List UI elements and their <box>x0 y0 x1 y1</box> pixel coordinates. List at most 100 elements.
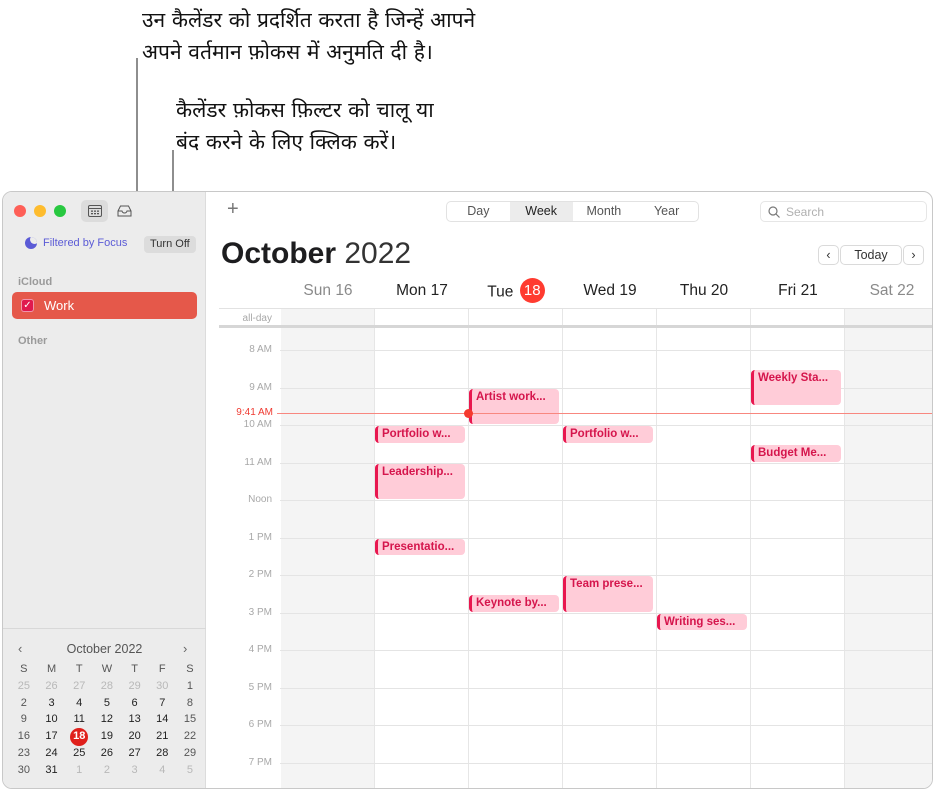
mini-calendar-day[interactable]: 22 <box>176 728 204 745</box>
day-header-tue[interactable]: Tue 18 <box>469 278 563 303</box>
calendar-event[interactable]: Writing ses... <box>657 613 747 631</box>
calendar-event[interactable]: Portfolio w... <box>563 426 653 443</box>
mini-calendar-weekday: T <box>131 663 138 675</box>
day-header-thu[interactable]: Thu 20 <box>657 282 751 300</box>
mini-calendar-day[interactable]: 19 <box>93 728 121 745</box>
mini-calendar-day[interactable]: 21 <box>148 728 176 745</box>
add-event-button[interactable]: + <box>227 198 239 221</box>
calendar-event[interactable]: Portfolio w... <box>375 426 465 443</box>
mini-calendar-day[interactable]: 1 <box>65 762 93 779</box>
mini-calendar-day[interactable]: 28 <box>148 745 176 762</box>
mini-calendar-day[interactable]: 16 <box>10 728 38 745</box>
day-column-thu[interactable] <box>657 308 750 788</box>
close-window-button[interactable] <box>14 205 26 217</box>
mini-calendar-day[interactable]: 6 <box>121 695 149 712</box>
day-name: Thu <box>679 282 711 299</box>
day-header-sun[interactable]: Sun 16 <box>281 282 375 300</box>
hour-label: 1 PM <box>248 531 272 543</box>
next-week-button[interactable]: › <box>903 245 924 265</box>
hour-label: 8 AM <box>249 344 272 355</box>
view-tab-week[interactable]: Week <box>509 202 573 221</box>
mini-calendar-day[interactable]: 31 <box>38 762 66 779</box>
day-header-mon[interactable]: Mon 17 <box>375 282 469 300</box>
day-column-wed[interactable] <box>563 308 656 788</box>
calendar-event[interactable]: Budget Me... <box>751 444 841 462</box>
day-header-sat[interactable]: Sat 22 <box>845 282 932 300</box>
mini-calendar-day[interactable]: 13 <box>121 711 149 728</box>
zoom-window-button[interactable] <box>54 205 66 217</box>
mini-calendar-day[interactable]: 27 <box>121 745 149 762</box>
calendar-event[interactable]: Keynote by... <box>469 594 559 612</box>
calendar-event[interactable]: Artist work... <box>469 388 559 424</box>
day-column-sat[interactable] <box>845 308 932 788</box>
view-tab-year[interactable]: Year <box>635 202 698 221</box>
mini-calendar-next-button[interactable]: › <box>183 641 187 656</box>
column-divider <box>468 308 469 788</box>
hour-label: 3 PM <box>248 606 272 618</box>
day-column-tue[interactable] <box>469 308 562 788</box>
search-placeholder: Search <box>786 204 825 219</box>
mini-calendar-day[interactable]: 26 <box>38 678 66 695</box>
mini-calendar-day[interactable]: 3 <box>121 762 149 779</box>
mini-calendar-today[interactable]: 18 <box>65 727 93 746</box>
day-name: Wed <box>583 282 620 299</box>
calendar-event[interactable]: Leadership... <box>375 463 465 499</box>
mini-calendar-day[interactable]: 10 <box>38 711 66 728</box>
mini-calendar-day[interactable]: 24 <box>38 745 66 762</box>
day-column-sun[interactable] <box>281 308 374 788</box>
mini-calendar-day[interactable]: 23 <box>10 745 38 762</box>
mini-calendar-day[interactable]: 15 <box>176 711 204 728</box>
calendar-list-toggle-button[interactable] <box>81 200 108 222</box>
mini-calendar-day[interactable]: 29 <box>121 678 149 695</box>
week-grid: all-day 8 AM 9 AM 10 AM 11 AM Noon 1 PM 2 PM 3 P… <box>207 308 932 788</box>
mini-calendar-day[interactable]: 8 <box>176 695 204 712</box>
calendar-event[interactable]: Team prese... <box>563 576 653 612</box>
mini-calendar-day[interactable]: 29 <box>176 745 204 762</box>
all-day-row[interactable] <box>219 308 932 328</box>
view-tab-month[interactable]: Month <box>573 202 636 221</box>
mini-calendar-day[interactable]: 20 <box>121 728 149 745</box>
work-calendar-checkbox[interactable]: ✓ <box>21 299 34 312</box>
mini-calendar-day[interactable]: 14 <box>148 711 176 728</box>
view-switcher: Day Week Month Year <box>446 201 699 222</box>
mini-calendar-title: October 2022 <box>66 642 143 656</box>
day-header-wed[interactable]: Wed 19 <box>563 282 657 300</box>
previous-week-button[interactable]: ‹ <box>818 245 839 265</box>
mini-calendar-day[interactable]: 11 <box>65 711 93 728</box>
mini-calendar-day[interactable]: 30 <box>148 678 176 695</box>
mini-calendar-day[interactable]: 5 <box>93 695 121 712</box>
hour-gridline <box>280 725 932 726</box>
mini-calendar-day[interactable]: 5 <box>176 762 204 779</box>
view-tab-day[interactable]: Day <box>447 202 510 221</box>
inbox-button[interactable] <box>111 200 138 222</box>
mini-calendar-day[interactable]: 7 <box>148 695 176 712</box>
day-name: Tue <box>487 283 518 301</box>
mini-calendar-day[interactable]: 25 <box>10 678 38 695</box>
day-date: 20 <box>710 282 729 299</box>
mini-calendar-day[interactable]: 25 <box>65 745 93 762</box>
today-button[interactable]: Today <box>840 245 902 265</box>
search-field[interactable]: Search <box>760 201 927 222</box>
mini-calendar-weekday: W <box>101 663 113 675</box>
mini-calendar-day[interactable]: 2 <box>93 762 121 779</box>
calendar-item-work[interactable]: ✓ Work <box>12 292 197 319</box>
mini-calendar-day[interactable]: 12 <box>93 711 121 728</box>
mini-calendar-day[interactable]: 4 <box>148 762 176 779</box>
mini-calendar-day[interactable]: 30 <box>10 762 38 779</box>
minimize-window-button[interactable] <box>34 205 46 217</box>
mini-calendar-day[interactable]: 9 <box>10 711 38 728</box>
mini-calendar-day[interactable]: 27 <box>65 678 93 695</box>
day-header-fri[interactable]: Fri 21 <box>751 282 845 300</box>
mini-calendar-day[interactable]: 3 <box>38 695 66 712</box>
hour-gridline <box>280 687 932 689</box>
day-date: 17 <box>430 282 448 299</box>
calendar-event[interactable]: Weekly Sta... <box>751 369 841 406</box>
mini-calendar-day[interactable]: 2 <box>10 695 38 712</box>
turn-off-focus-filter-button[interactable]: Turn Off <box>144 236 196 253</box>
mini-calendar-day[interactable]: 1 <box>176 678 204 695</box>
calendar-event[interactable]: Presentatio... <box>375 538 465 556</box>
mini-calendar-day[interactable]: 4 <box>65 695 93 712</box>
mini-calendar-day[interactable]: 28 <box>93 678 121 695</box>
mini-calendar-day[interactable]: 26 <box>93 745 121 762</box>
mini-calendar-day[interactable]: 17 <box>38 728 66 745</box>
